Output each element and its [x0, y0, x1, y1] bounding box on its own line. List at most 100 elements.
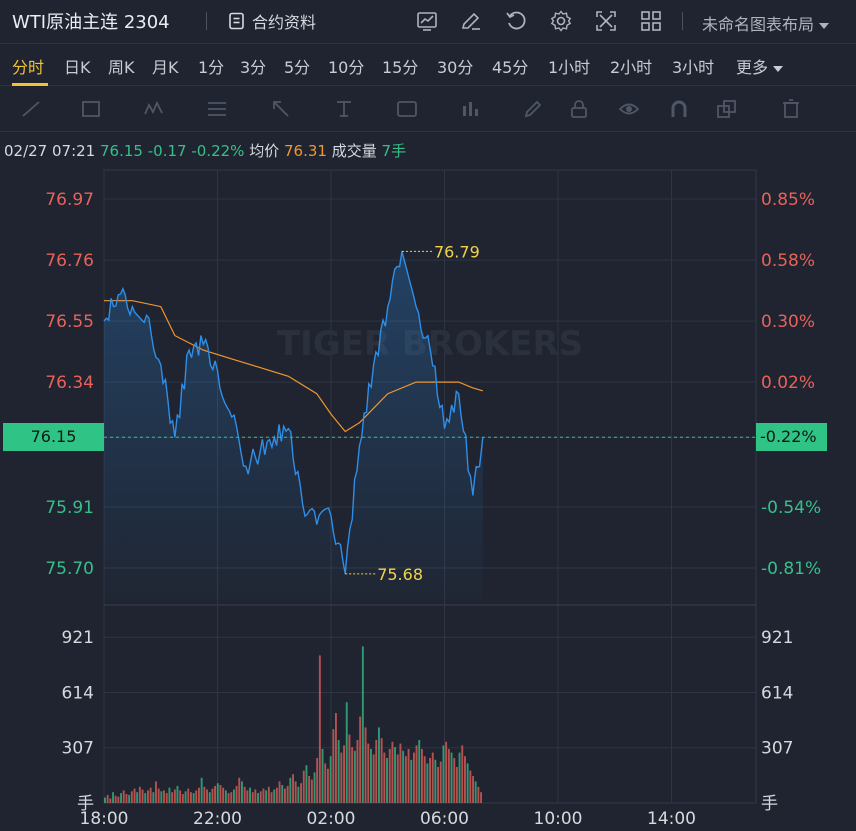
text-tool-icon[interactable]	[396, 98, 418, 120]
volume-bar	[439, 761, 442, 803]
eye-icon[interactable]	[618, 98, 640, 120]
volume-bar	[109, 798, 112, 803]
magnet-icon[interactable]	[668, 98, 690, 120]
volume-bar	[211, 788, 214, 803]
volume-bar	[340, 752, 343, 803]
volume-bar	[155, 781, 157, 803]
volume-bar	[168, 787, 171, 803]
volume-tick-label: 614	[761, 683, 793, 703]
lock-icon[interactable]	[568, 98, 590, 120]
trash-icon[interactable]	[780, 98, 802, 120]
tab-30m[interactable]: 30分	[437, 54, 473, 78]
volume-bar	[418, 740, 421, 803]
contract-info-button[interactable]: 合约资料	[228, 9, 316, 33]
low-marker: 75.68	[345, 565, 423, 584]
volume-bar	[461, 745, 464, 803]
volume-bar	[313, 772, 316, 803]
settings-icon[interactable]	[550, 10, 572, 32]
chart-icon[interactable]	[416, 10, 438, 32]
volume-bar	[329, 756, 332, 803]
volume-bar	[402, 750, 405, 803]
volume-tick-label: 307	[761, 739, 793, 759]
price-area	[104, 251, 483, 600]
volume-bar	[292, 774, 294, 803]
volume-bar	[176, 785, 179, 803]
volume-tick-label: 614	[62, 683, 94, 703]
volume-bar	[364, 727, 367, 803]
refresh-icon[interactable]	[505, 10, 527, 32]
line-tool-icon[interactable]	[20, 98, 42, 120]
tab-month[interactable]: 月K	[152, 54, 179, 78]
volume-bar	[383, 752, 386, 803]
volume-bar	[254, 789, 257, 803]
divider	[206, 12, 207, 30]
tab-week[interactable]: 周K	[108, 54, 135, 78]
volume-bar	[198, 787, 200, 803]
volume-bar	[251, 792, 254, 803]
volume-bar	[133, 788, 136, 803]
pct-tick-label: 0.30%	[761, 312, 815, 332]
volume-bar	[404, 756, 407, 803]
volume-bar	[407, 749, 410, 803]
volume-bar	[262, 788, 265, 803]
volume-bar	[179, 790, 182, 803]
volume-bar	[214, 785, 216, 803]
tab-3h[interactable]: 3小时	[672, 54, 714, 78]
volume-bar	[353, 750, 356, 803]
volume-bar	[356, 740, 359, 803]
measure-tool-icon[interactable]	[333, 98, 355, 120]
volume-bar	[464, 756, 466, 803]
indicator-tool-icon[interactable]	[459, 98, 481, 120]
pen-icon[interactable]	[522, 98, 544, 120]
plot-frame	[103, 169, 757, 804]
volume-bar	[302, 770, 305, 803]
pattern-tool-icon[interactable]	[143, 98, 165, 120]
tab-3m[interactable]: 3分	[240, 54, 266, 78]
volume-bar	[104, 797, 106, 803]
quote-line: 02/27 07:21 76.15 -0.17 -0.22% 均价 76.31 …	[4, 140, 406, 161]
rectangle-tool-icon[interactable]	[80, 98, 102, 120]
copy-icon[interactable]	[716, 98, 738, 120]
volume-bar	[327, 768, 329, 803]
tab-15m[interactable]: 15分	[382, 54, 418, 78]
volume-bar	[410, 759, 413, 803]
high-label: 76.79	[434, 242, 480, 261]
volume-bar	[286, 785, 289, 803]
time-tick-label: 14:00	[647, 809, 696, 829]
volume-bar	[190, 792, 192, 803]
tab-day[interactable]: 日K	[64, 54, 91, 78]
price-tick-label: 76.55	[45, 312, 94, 332]
volume-bar	[361, 646, 364, 803]
drawing-toolbar	[0, 86, 856, 132]
tab-1m[interactable]: 1分	[198, 54, 224, 78]
tab-2h[interactable]: 2小时	[610, 54, 652, 78]
tab-1h[interactable]: 1小时	[548, 54, 590, 78]
volume-tick-label: 921	[761, 628, 793, 648]
pct-tick-label: 0.02%	[761, 373, 815, 393]
tab-more[interactable]: 更多	[736, 54, 784, 78]
edit-icon[interactable]	[460, 10, 482, 32]
fullscreen-icon[interactable]	[595, 10, 617, 32]
tab-minute[interactable]: 分时	[12, 54, 44, 78]
layout-grid-icon[interactable]	[640, 10, 662, 32]
arrow-tool-icon[interactable]	[270, 98, 292, 120]
volume-unit-label: 手	[77, 794, 94, 814]
fib-tool-icon[interactable]	[206, 98, 228, 120]
volume-bar	[152, 792, 155, 803]
tab-10m[interactable]: 10分	[328, 54, 364, 78]
time-tick-label: 22:00	[193, 809, 242, 829]
volume-bar	[187, 788, 190, 803]
tab-more-label: 更多	[736, 58, 769, 77]
volume-bar	[265, 790, 268, 803]
volume-bar	[305, 765, 308, 803]
layout-selector[interactable]: 未命名图表布局	[702, 11, 830, 35]
volume-bar	[310, 779, 313, 803]
volume-bar	[230, 792, 233, 803]
tab-45m[interactable]: 45分	[492, 54, 528, 78]
tab-5m[interactable]: 5分	[284, 54, 310, 78]
volume-bar	[246, 790, 249, 803]
volume-bar	[434, 759, 437, 803]
chart-grid	[103, 169, 757, 804]
volume-bar	[378, 727, 380, 803]
volume-bar	[453, 758, 456, 803]
